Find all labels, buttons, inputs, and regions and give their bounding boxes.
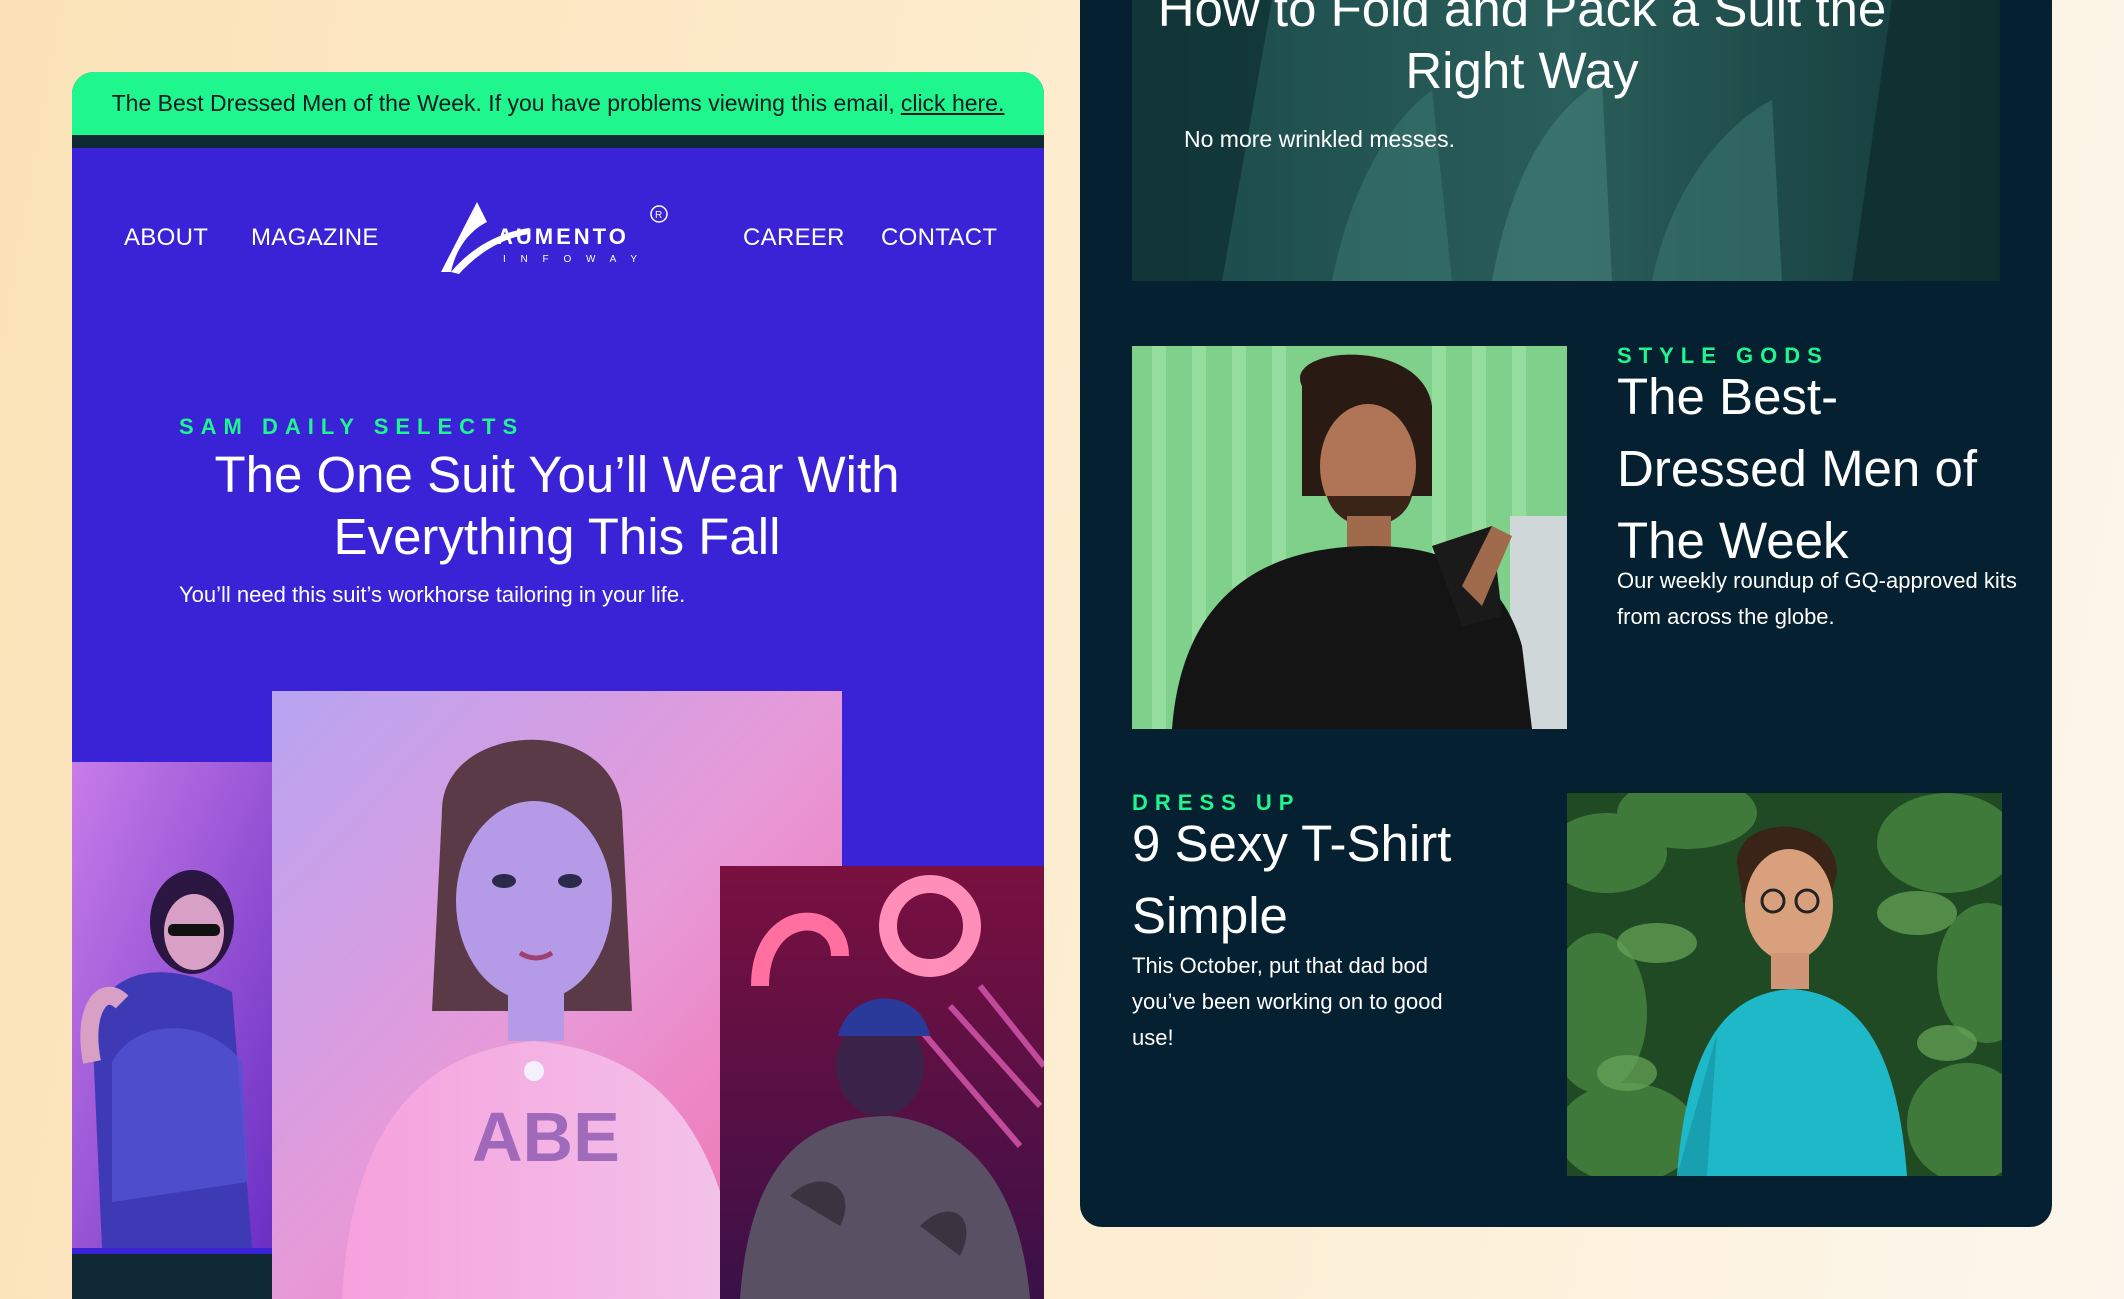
email-nav: ABOUT MAGAZINE AUMENTO I N F O W A Y R C… — [72, 148, 1044, 328]
logo-name: AUMENTO — [497, 224, 629, 249]
logo-subtitle: I N F O W A Y — [503, 254, 643, 265]
article2-desc: This October, put that dad bod you’ve be… — [1132, 953, 1443, 1050]
top-feature[interactable]: How to Fold and Pack a Suit the Right Wa… — [1132, 0, 2000, 281]
email-preview-right: How to Fold and Pack a Suit the Right Wa… — [1080, 0, 2052, 1227]
article2-image[interactable] — [1567, 793, 2002, 1176]
email-preview-left: The Best Dressed Men of the Week. If you… — [72, 72, 1044, 1299]
hero-section: SAM DAILY SELECTS The One Suit You’ll We… — [72, 328, 1044, 738]
article2-title[interactable]: 9 Sexy T-Shirt Simple — [1132, 808, 1552, 952]
article1-desc: Our weekly roundup of GQ-approved kits f… — [1617, 568, 2017, 629]
nav-career-link[interactable]: CAREER — [743, 224, 845, 252]
nav-about-link[interactable]: ABOUT — [124, 224, 208, 252]
banner-text: The Best Dressed Men of the Week. If you… — [111, 90, 895, 116]
top-feature-title: How to Fold and Pack a Suit the Right Wa… — [1157, 0, 1887, 99]
nav-contact-link[interactable]: CONTACT — [881, 224, 997, 252]
hero-kicker: SAM DAILY SELECTS — [179, 414, 525, 439]
top-banner: The Best Dressed Men of the Week. If you… — [72, 72, 1044, 135]
email-footer-strip — [72, 1248, 272, 1299]
article1-title[interactable]: The Best-Dressed Men of The Week — [1617, 361, 2017, 577]
photo-woman-sunglasses[interactable] — [72, 762, 272, 1248]
nav-magazine-link[interactable]: MAGAZINE — [251, 224, 379, 252]
svg-text:R: R — [655, 210, 662, 221]
banner-click-here-link[interactable]: click here. — [901, 90, 1005, 117]
top-feature-subtitle: No more wrinkled messes. — [1184, 126, 1455, 152]
hero-subtitle: You’ll need this suit’s workhorse tailor… — [179, 582, 686, 607]
photo-man-neon-sign[interactable] — [720, 866, 1044, 1299]
banner-divider — [72, 135, 1044, 148]
aumento-logo[interactable]: AUMENTO I N F O W A Y R — [437, 192, 677, 282]
hero-title[interactable]: The One Suit You’ll Wear With Everything… — [152, 444, 962, 568]
article1-image[interactable] — [1132, 346, 1567, 729]
svg-text:ABE: ABE — [472, 1098, 620, 1176]
